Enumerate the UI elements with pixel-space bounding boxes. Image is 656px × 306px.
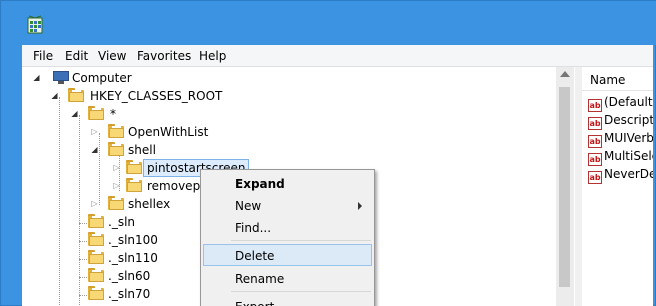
- menu-item-rename[interactable]: Rename: [203, 267, 372, 289]
- collapse-arrow-icon[interactable]: ◢: [70, 109, 79, 118]
- tree-label-shellex: shellex: [128, 197, 171, 211]
- title-bar[interactable]: [1, 1, 656, 45]
- tree-label-sln110: ._sln110: [108, 251, 158, 265]
- value-name: NeverDefault: [604, 167, 653, 181]
- menu-item-export[interactable]: Export: [203, 295, 372, 306]
- string-value-icon: ab: [588, 135, 602, 148]
- scroll-up-arrow-icon[interactable]: [560, 71, 570, 77]
- collapse-arrow-icon[interactable]: ◢: [50, 91, 59, 100]
- folder-icon: [88, 106, 104, 120]
- tree-item-star[interactable]: ◢ *: [22, 105, 322, 123]
- expand-arrow-icon[interactable]: ▷: [112, 163, 121, 172]
- pane-splitter[interactable]: [575, 67, 582, 306]
- expand-arrow-icon[interactable]: ▷: [90, 199, 99, 208]
- context-menu: Expand New Find... Delete Rename Export: [200, 169, 375, 306]
- menu-separator: [231, 291, 371, 292]
- values-pane[interactable]: Name ab(Default) abDescription abMUIVerb…: [582, 67, 653, 306]
- computer-icon: [53, 71, 69, 84]
- folder-icon: [88, 268, 104, 282]
- folder-icon: [88, 214, 104, 228]
- scroll-thumb[interactable]: [559, 87, 570, 287]
- menu-bar: File Edit View Favorites Help: [22, 45, 653, 67]
- menu-item-new[interactable]: New: [203, 194, 372, 216]
- menu-item-expand[interactable]: Expand: [203, 172, 372, 194]
- tree-label-shell: shell: [128, 143, 156, 157]
- tree-label-sln70: ._sln70: [108, 287, 151, 301]
- tree-label-star: *: [110, 107, 116, 121]
- value-name: Description: [604, 113, 653, 127]
- string-value-icon: ab: [588, 153, 602, 166]
- value-row[interactable]: abDescription: [588, 113, 653, 131]
- tree-label-sln60: ._sln60: [108, 269, 151, 283]
- value-name: (Default): [604, 95, 653, 109]
- menu-item-find[interactable]: Find...: [203, 216, 372, 238]
- tree-label-computer: Computer: [72, 71, 132, 85]
- string-value-icon: ab: [588, 117, 602, 130]
- tree-label-openwithlist: OpenWithList: [128, 125, 209, 139]
- tree-scrollbar[interactable]: [556, 67, 574, 306]
- value-name: MultiSelect: [604, 149, 653, 163]
- value-row[interactable]: ab MUIVerb: [588, 131, 653, 149]
- folder-icon: [68, 88, 84, 102]
- expand-arrow-icon[interactable]: ▷: [112, 181, 121, 190]
- string-value-icon: ab: [588, 171, 602, 184]
- tree-label-sln100: ._sln100: [108, 233, 158, 247]
- folder-icon: [108, 124, 124, 138]
- folder-icon: [108, 142, 124, 156]
- collapse-arrow-icon[interactable]: ◢: [90, 145, 99, 154]
- tree-item-openwithlist[interactable]: ▷ OpenWithList: [22, 123, 322, 141]
- tree-item-shell[interactable]: ◢ shell: [22, 141, 322, 159]
- menu-edit[interactable]: Edit: [65, 49, 88, 63]
- folder-icon: [88, 250, 104, 264]
- folder-icon: [108, 196, 124, 210]
- registry-editor-icon: [27, 15, 43, 34]
- folder-icon: [126, 178, 142, 192]
- menu-item-new-label: New: [235, 199, 262, 213]
- submenu-arrow-icon: [358, 202, 362, 210]
- column-header-name[interactable]: Name: [582, 67, 653, 91]
- tree-label-sln: ._sln: [108, 215, 136, 229]
- value-row[interactable]: abMultiSelect: [588, 149, 653, 167]
- value-row[interactable]: ab (Default): [588, 95, 653, 113]
- tree-label-hkcr: HKEY_CLASSES_ROOT: [90, 89, 223, 103]
- tree-item-hkcr[interactable]: ◢ HKEY_CLASSES_ROOT: [22, 87, 322, 105]
- menu-view[interactable]: View: [98, 49, 126, 63]
- folder-icon: [88, 232, 104, 246]
- menu-item-delete[interactable]: Delete: [203, 244, 372, 266]
- expand-arrow-icon[interactable]: ▷: [90, 127, 99, 136]
- string-value-icon: ab: [588, 99, 602, 112]
- folder-icon: [88, 286, 104, 300]
- menu-separator: [231, 240, 371, 241]
- tree-item-computer[interactable]: ◢ Computer: [22, 69, 322, 87]
- registry-editor-window: File Edit View Favorites Help ◢ Computer…: [0, 0, 656, 306]
- value-row[interactable]: abNeverDefault: [588, 167, 653, 185]
- menu-file[interactable]: File: [33, 49, 53, 63]
- value-name: MUIVerb: [604, 131, 653, 145]
- collapse-arrow-icon[interactable]: ◢: [32, 73, 41, 82]
- menu-favorites[interactable]: Favorites: [137, 49, 191, 63]
- menu-help[interactable]: Help: [199, 49, 226, 63]
- folder-icon: [126, 160, 142, 174]
